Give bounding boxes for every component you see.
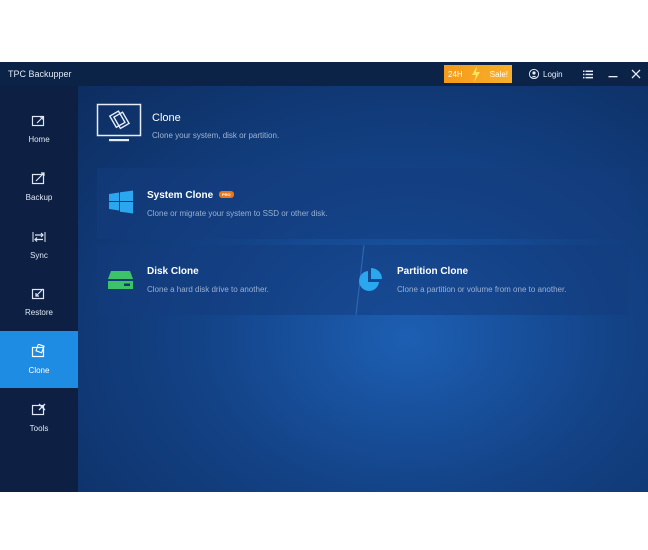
lightning-bolt-icon <box>472 66 481 82</box>
system-clone-card[interactable]: System Clone PRO Clone or migrate your s… <box>97 168 629 239</box>
partition-pie-icon <box>359 268 382 291</box>
sidebar-item-label: Tools <box>29 424 49 433</box>
app-title: TPC Backupper <box>8 69 72 79</box>
sidebar-item-backup[interactable]: Backup <box>0 158 78 215</box>
pro-badge: PRO <box>219 191 234 198</box>
clone-options-row: Disk Clone Clone a hard disk drive to an… <box>97 245 629 315</box>
sidebar-item-home[interactable]: Home <box>0 100 78 157</box>
page-title: Clone <box>152 112 181 124</box>
system-clone-description: Clone or migrate your system to SSD or o… <box>147 209 328 218</box>
tools-icon <box>31 403 46 416</box>
sidebar-item-label: Restore <box>24 308 53 317</box>
close-icon <box>631 69 641 79</box>
sidebar-item-clone[interactable]: Clone <box>0 331 78 388</box>
page-subtitle: Clone your system, disk or partition. <box>152 131 280 140</box>
disk-clone-title: Disk Clone <box>147 266 199 277</box>
windows-logo-icon <box>109 190 133 214</box>
sidebar-item-label: Home <box>28 135 50 144</box>
menu-button[interactable] <box>581 67 595 81</box>
sync-icon <box>32 232 46 242</box>
disk-clone-option[interactable]: Disk Clone Clone a hard disk drive to an… <box>97 245 355 315</box>
sale-badge-text: Sale! <box>489 69 508 79</box>
app-window: TPC Backupper 24H Sale! Login Home Backu… <box>0 62 648 492</box>
clone-icon <box>31 344 45 358</box>
sidebar-item-label: Backup <box>25 193 53 202</box>
system-clone-title: System Clone <box>147 190 214 201</box>
restore-icon <box>31 288 45 300</box>
user-icon <box>529 69 539 79</box>
login-label: Login <box>543 69 563 79</box>
sidebar-item-label: Sync <box>30 251 48 260</box>
partition-clone-description: Clone a partition or volume from one to … <box>397 285 567 294</box>
minimize-icon <box>608 76 618 78</box>
disk-clone-description: Clone a hard disk drive to another. <box>147 285 269 294</box>
disk-drive-icon <box>108 271 133 289</box>
backup-icon <box>31 172 45 185</box>
sale-badge-24h: 24H <box>448 69 463 79</box>
title-bar: TPC Backupper 24H Sale! Login <box>0 62 648 86</box>
sidebar-item-label: Clone <box>28 366 50 375</box>
sidebar-item-restore[interactable]: Restore <box>0 273 78 330</box>
sidebar-item-tools[interactable]: Tools <box>0 389 78 446</box>
login-button[interactable]: Login <box>529 68 563 80</box>
clone-monitor-icon <box>96 103 142 142</box>
sale-banner-button[interactable]: 24H Sale! <box>444 65 512 83</box>
sidebar-item-sync[interactable]: Sync <box>0 216 78 273</box>
main-content: Clone Clone your system, disk or partiti… <box>78 86 648 492</box>
home-icon <box>31 115 45 127</box>
partition-clone-title: Partition Clone <box>397 266 469 277</box>
minimize-button[interactable] <box>606 67 620 81</box>
sidebar: Home Backup Sync Restore Clone Tools <box>0 86 78 492</box>
partition-clone-option[interactable]: Partition Clone Clone a partition or vol… <box>359 245 629 315</box>
menu-icon <box>583 70 593 78</box>
close-button[interactable] <box>629 67 643 81</box>
